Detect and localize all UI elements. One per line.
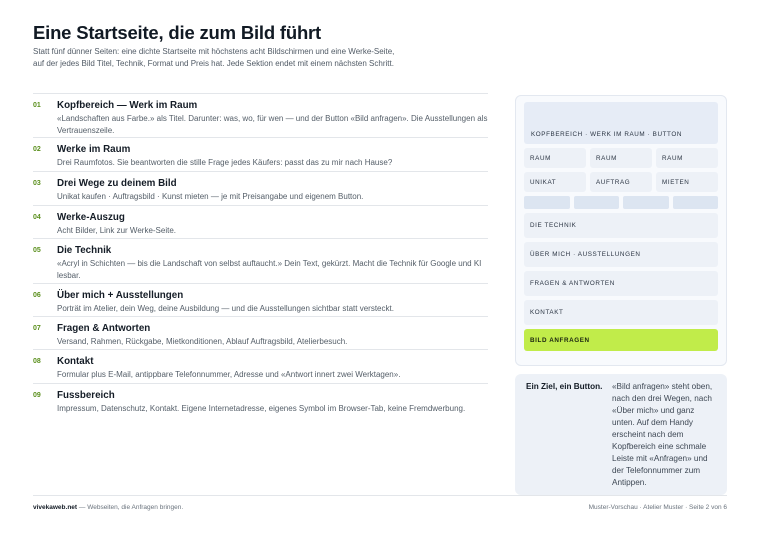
wireframe-room-row: RAUM RAUM RAUM <box>524 148 718 168</box>
wireframe-way-cell: MIETEN <box>656 172 718 192</box>
section-title: Kontakt <box>57 356 94 367</box>
note-box: Ein Ziel, ein Button. «Bild anfragen» st… <box>515 374 727 495</box>
section-description: Formular plus E-Mail, antippbare Telefon… <box>57 370 401 379</box>
wireframe-technik-block: DIE TECHNIK <box>524 213 718 238</box>
footer-tagline: — Webseiten, die Anfragen bringen. <box>77 504 184 511</box>
note-title: Ein Ziel, ein Button. <box>526 382 603 391</box>
note-text: «Bild anfragen» steht oben, nach den dre… <box>612 382 713 487</box>
wireframe-contact-block: KONTAKT <box>524 300 718 325</box>
wireframe-works-strip <box>524 196 718 209</box>
wireframe-way-cell: UNIKAT <box>524 172 586 192</box>
section-number: 04 <box>33 214 41 221</box>
section-title: Fussbereich <box>57 390 115 401</box>
section-title: Die Technik <box>57 245 112 256</box>
section-title: Über mich + Ausstellungen <box>57 290 184 301</box>
section-list: 01 Kopfbereich — Werk im Raum «Landschaf… <box>33 93 488 428</box>
section-title: Werke-Auszug <box>57 212 125 223</box>
section-number: 03 <box>33 180 41 187</box>
section-description: Porträt im Atelier, dein Weg, deine Ausb… <box>57 304 394 313</box>
footer-page-info: Muster-Vorschau · Atelier Muster · Seite… <box>588 504 727 511</box>
wireframe-faq-block: FRAGEN & ANTWORTEN <box>524 271 718 296</box>
page-title: Eine Startseite, die zum Bild führt <box>33 22 322 43</box>
footer-left: vivekaweb.net — Webseiten, die Anfragen … <box>33 504 183 511</box>
section-number: 07 <box>33 325 41 332</box>
section-item: 05 Die Technik «Acryl in Schichten — bis… <box>33 238 488 283</box>
section-number: 06 <box>33 292 41 299</box>
section-number: 09 <box>33 392 41 399</box>
section-description: «Landschaften aus Farbe.» als Titel. Dar… <box>57 114 488 135</box>
section-title: Kopfbereich — Werk im Raum <box>57 100 198 111</box>
wireframe-hero-block: KOPFBEREICH · WERK IM RAUM · BUTTON <box>524 102 718 144</box>
section-item: 09 Fussbereich Impressum, Datenschutz, K… <box>33 383 488 428</box>
section-number: 05 <box>33 247 41 254</box>
section-number: 08 <box>33 358 41 365</box>
section-item: 08 Kontakt Formular plus E-Mail, antippb… <box>33 349 488 383</box>
wireframe-work-thumb <box>672 196 718 209</box>
section-title: Fragen & Antworten <box>57 323 151 334</box>
wireframe-room-cell: RAUM <box>590 148 652 168</box>
wireframe-room-cell: RAUM <box>656 148 718 168</box>
section-title: Werke im Raum <box>57 144 131 155</box>
section-number: 01 <box>33 102 41 109</box>
section-item: 02 Werke im Raum Drei Raumfotos. Sie bea… <box>33 137 488 171</box>
wireframe-ways-row: UNIKAT AUFTRAG MIETEN <box>524 172 718 192</box>
footer-brand: vivekaweb.net <box>33 504 78 511</box>
section-item: 06 Über mich + Ausstellungen Porträt im … <box>33 283 488 316</box>
footer-divider <box>33 495 727 496</box>
section-item: 03 Drei Wege zu deinem Bild Unikat kaufe… <box>33 171 488 205</box>
section-description: Impressum, Datenschutz, Kontakt. Eigene … <box>57 404 466 413</box>
wireframe-hero-label: KOPFBEREICH · WERK IM RAUM · BUTTON <box>531 131 683 138</box>
section-description: Versand, Rahmen, Rückgabe, Mietkondition… <box>57 337 348 346</box>
section-description: Unikat kaufen · Auftragsbild · Kunst mie… <box>57 192 364 201</box>
intro-paragraph: Statt fünf dünner Seiten: eine dichte St… <box>33 47 395 68</box>
homepage-wireframe: KOPFBEREICH · WERK IM RAUM · BUTTON RAUM… <box>515 95 727 366</box>
wireframe-work-thumb <box>623 196 669 209</box>
wireframe-work-thumb <box>524 196 570 209</box>
section-item: 04 Werke-Auszug Acht Bilder, Link zur We… <box>33 205 488 238</box>
wireframe-cta-button: BILD ANFRAGEN <box>524 329 718 351</box>
section-item: 01 Kopfbereich — Werk im Raum «Landschaf… <box>33 93 488 137</box>
section-item: 07 Fragen & Antworten Versand, Rahmen, R… <box>33 316 488 349</box>
wireframe-room-cell: RAUM <box>524 148 586 168</box>
section-title: Drei Wege zu deinem Bild <box>57 178 177 189</box>
wireframe-work-thumb <box>573 196 619 209</box>
section-description: Drei Raumfotos. Sie beantworten die stil… <box>57 158 393 167</box>
section-description: Acht Bilder, Link zur Werke-Seite. <box>57 226 177 235</box>
wireframe-about-block: ÜBER MICH · AUSSTELLUNGEN <box>524 242 718 267</box>
section-number: 02 <box>33 146 41 153</box>
wireframe-way-cell: AUFTRAG <box>590 172 652 192</box>
section-description: «Acryl in Schichten — bis die Landschaft… <box>57 259 482 280</box>
